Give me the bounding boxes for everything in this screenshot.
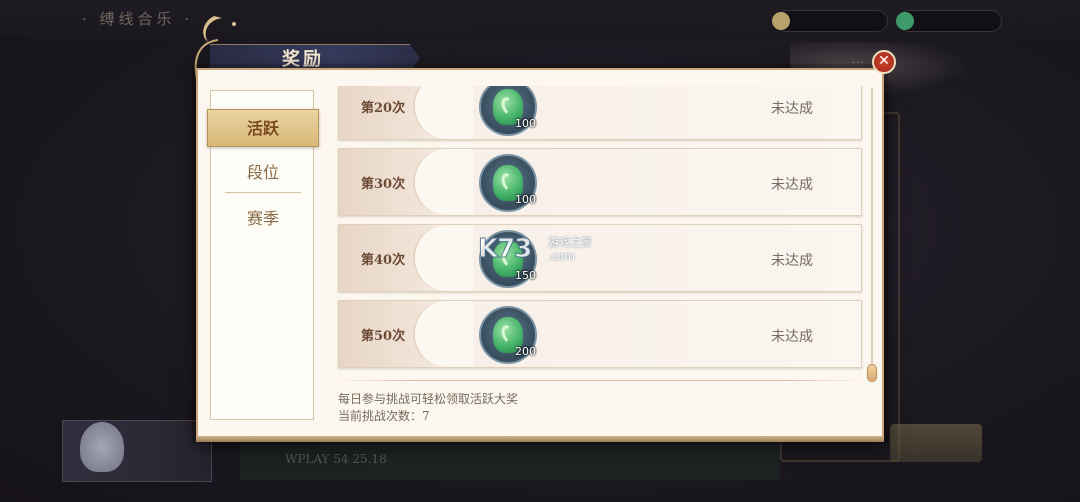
- reward-tier-label: 第40次: [361, 253, 406, 268]
- challenge-count: 当前挑战次数：7: [338, 409, 430, 423]
- gem-swirl: [499, 171, 517, 193]
- reward-count: 150: [515, 269, 536, 282]
- bg-resource-slot-1: [776, 10, 888, 32]
- reward-row: 第30次 100 未达成: [338, 148, 862, 216]
- tab-rank[interactable]: 段位: [211, 153, 315, 193]
- watermark-line1: 游戏之家: [548, 236, 592, 249]
- tab-divider: [225, 192, 301, 193]
- reward-status: 未达成: [771, 329, 813, 345]
- bg-right-button: [890, 424, 982, 462]
- reward-list[interactable]: 第20次 100 未达成 第30次 100 未达成 第40次 150 未达成 第…: [336, 86, 864, 374]
- tab-season[interactable]: 赛季: [211, 199, 315, 239]
- green-gem-coin-icon[interactable]: 200: [479, 306, 537, 364]
- reward-row: 第50次 200 未达成: [338, 300, 862, 368]
- reward-count: 100: [515, 193, 536, 206]
- green-gem-coin-icon[interactable]: 100: [479, 154, 537, 212]
- watermark-logo: K73 游戏之家 .com: [477, 234, 608, 270]
- gem-swirl: [499, 323, 517, 345]
- reward-status: 未达成: [771, 101, 813, 117]
- reward-tier-label: 第50次: [361, 329, 406, 344]
- green-gem-coin-icon[interactable]: 100: [479, 86, 537, 136]
- reward-count: 100: [515, 117, 536, 130]
- row-divider-curve: [413, 225, 473, 291]
- close-button[interactable]: ✕: [872, 50, 896, 74]
- dialog-bottom-rim: [196, 436, 884, 442]
- reward-tier-label: 第30次: [361, 177, 406, 192]
- gem-swirl: [499, 95, 517, 117]
- tab-sidebar: 活跃 段位 赛季: [207, 90, 319, 420]
- watermark-line2: .com: [548, 250, 575, 263]
- bg-bottom-text: WPLAY 54 25.18: [285, 452, 387, 466]
- reward-status: 未达成: [771, 253, 813, 269]
- footer-divider: [336, 380, 864, 381]
- reward-row: 第20次 100 未达成: [338, 86, 862, 140]
- bg-gem-icon: [896, 12, 914, 30]
- row-divider-curve: [413, 149, 473, 215]
- row-divider-curve: [413, 301, 473, 367]
- row-divider-curve: [413, 86, 473, 139]
- scrollbar-track[interactable]: [871, 88, 873, 378]
- footer-hint: 每日参与挑战可轻松领取活跃大奖: [338, 392, 519, 406]
- scrollbar-thumb[interactable]: [867, 364, 877, 382]
- bg-avatar: [80, 422, 124, 472]
- watermark-subtext: 游戏之家 .com: [548, 236, 592, 264]
- bg-coin-icon: [772, 12, 790, 30]
- reward-status: 未达成: [771, 177, 813, 193]
- reward-tier-label: 第20次: [361, 101, 406, 116]
- corner-ornament: ···: [852, 58, 865, 69]
- tab-active[interactable]: 活跃: [207, 109, 319, 147]
- reward-count: 200: [515, 345, 536, 358]
- watermark-brand: K73: [477, 234, 532, 265]
